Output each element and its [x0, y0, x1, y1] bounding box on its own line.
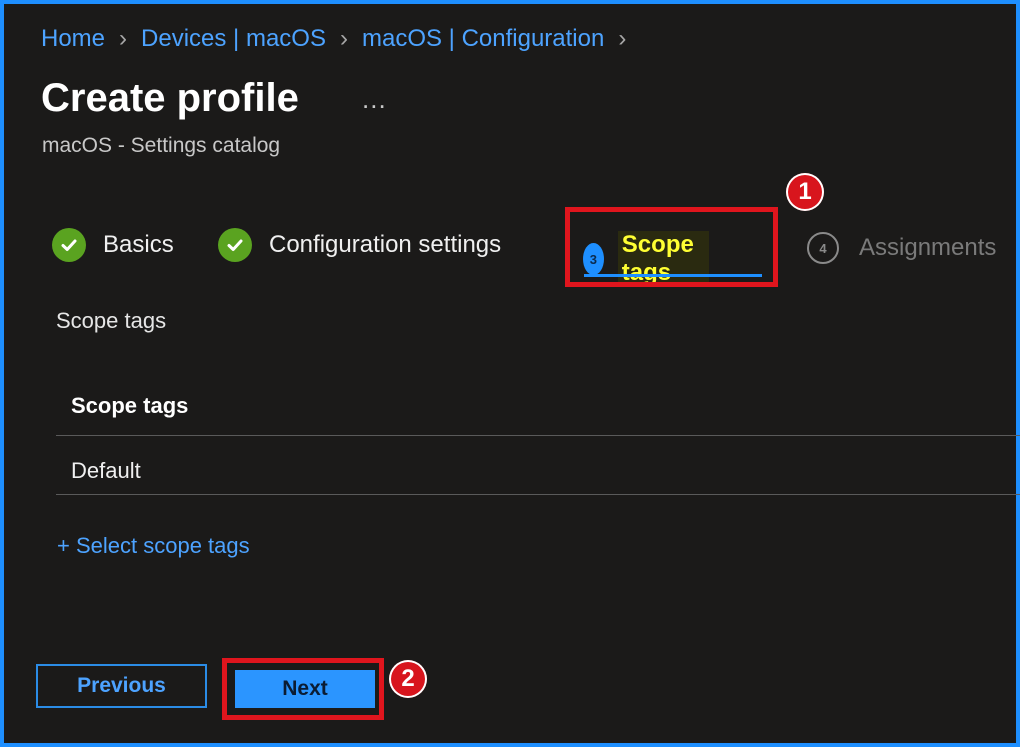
- breadcrumb-macos-configuration[interactable]: macOS | Configuration: [362, 25, 604, 53]
- annotation-marker-1: 1: [786, 173, 824, 211]
- annotation-highlight-box: [222, 658, 384, 720]
- chevron-right-icon: ›: [119, 25, 128, 52]
- checkmark-icon: [52, 228, 86, 262]
- step-assignments[interactable]: 4 Assignments: [807, 232, 996, 264]
- step-label: Basics: [103, 231, 174, 258]
- annotation-highlight-box: [565, 207, 778, 287]
- table-row: Default: [71, 458, 141, 483]
- breadcrumb-devices-macos[interactable]: Devices | macOS: [141, 25, 326, 53]
- step-basics[interactable]: Basics: [52, 228, 174, 262]
- select-scope-tags-link[interactable]: + Select scope tags: [57, 533, 250, 559]
- step-number-badge: 4: [807, 232, 839, 264]
- divider: [56, 435, 1020, 436]
- previous-button[interactable]: Previous: [36, 664, 207, 708]
- chevron-right-icon: ›: [339, 25, 348, 52]
- breadcrumb: Home › Devices | macOS › macOS | Configu…: [41, 23, 640, 55]
- step-configuration-settings[interactable]: Configuration settings: [218, 228, 501, 262]
- page-title: Create profile: [41, 76, 299, 120]
- table-header: Scope tags: [71, 393, 189, 418]
- step-label: Configuration settings: [269, 231, 502, 258]
- more-options-icon[interactable]: ...: [362, 84, 387, 115]
- divider: [56, 494, 1020, 495]
- checkmark-icon: [218, 228, 252, 262]
- app-frame: Home › Devices | macOS › macOS | Configu…: [0, 0, 1020, 747]
- page-subtitle: macOS - Settings catalog: [42, 134, 281, 157]
- annotation-marker-2: 2: [389, 660, 427, 698]
- step-label: Assignments: [859, 234, 997, 261]
- section-label: Scope tags: [56, 308, 167, 333]
- chevron-right-icon: ›: [618, 25, 627, 52]
- breadcrumb-home[interactable]: Home: [41, 25, 105, 53]
